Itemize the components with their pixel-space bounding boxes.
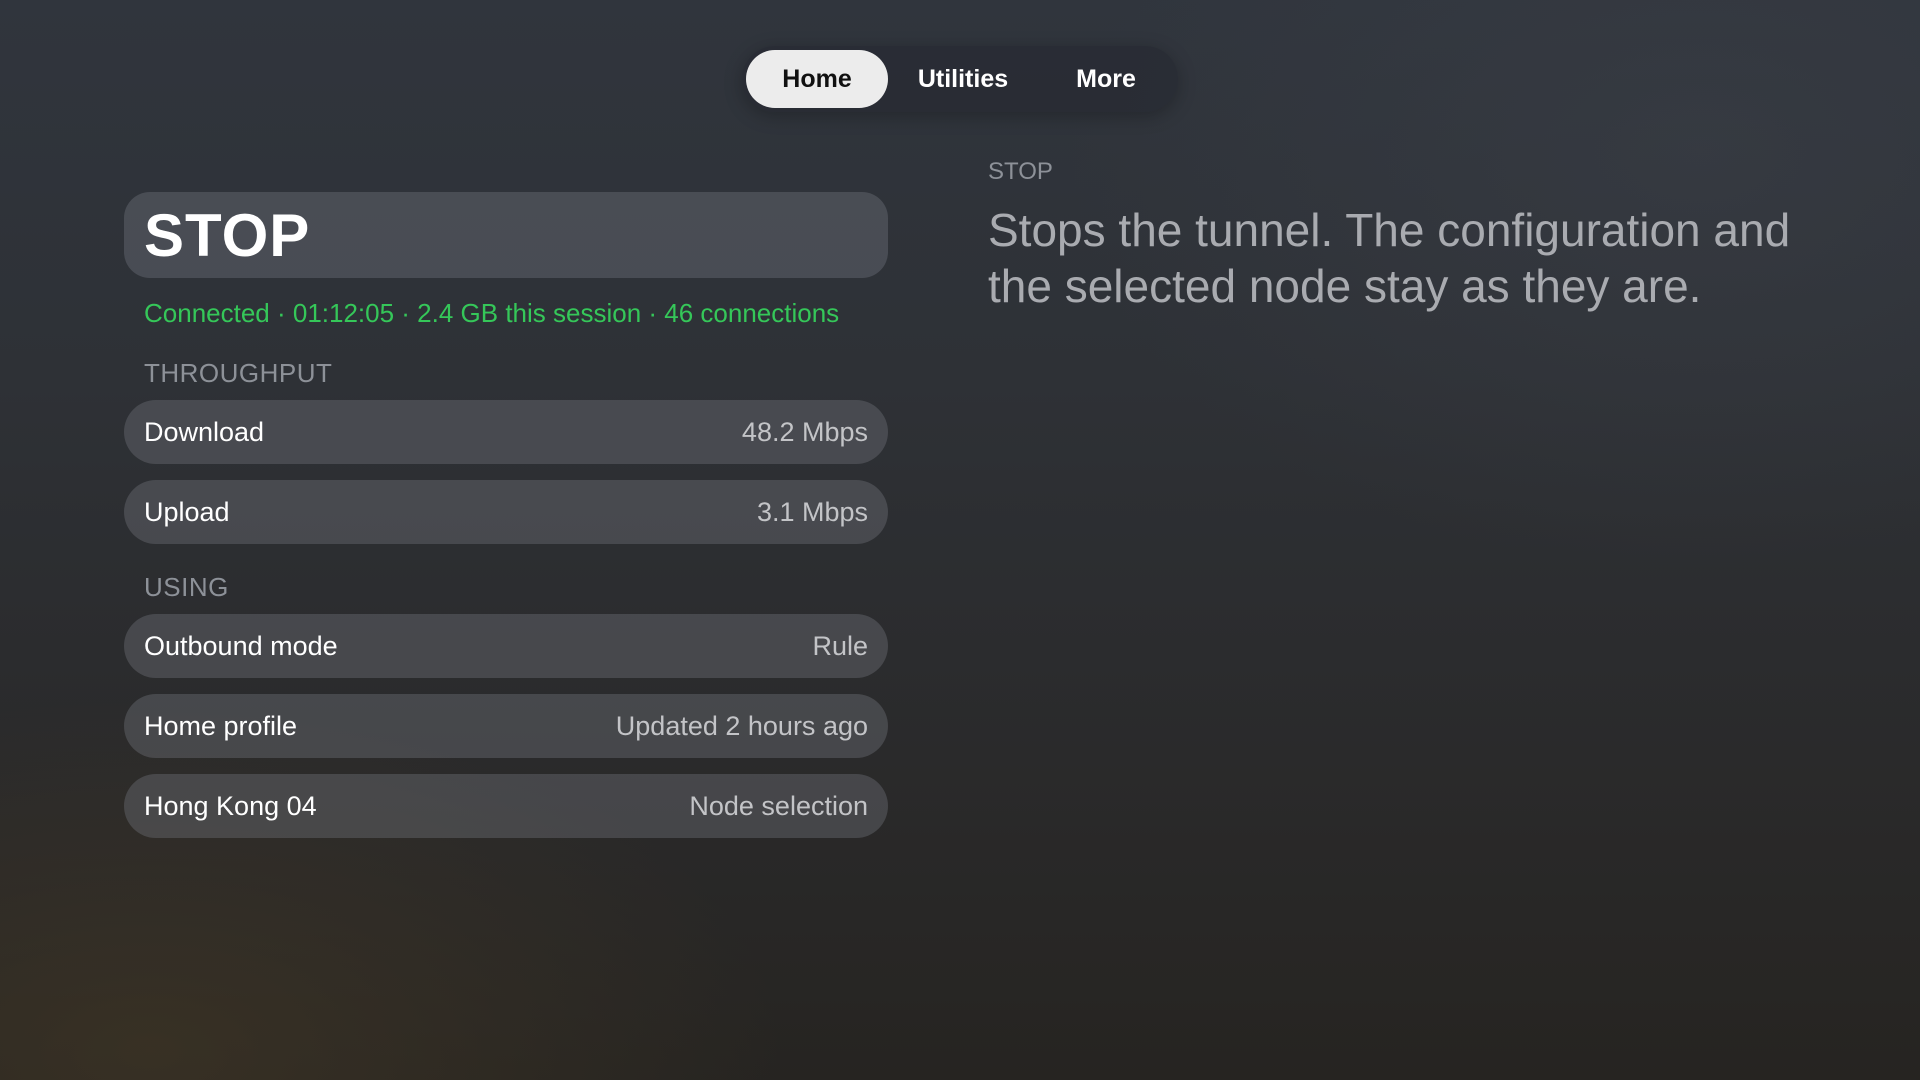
top-tab-bar: Home Utilities More (742, 46, 1178, 112)
stop-button[interactable]: STOP (124, 192, 888, 278)
download-label: Download (144, 416, 265, 447)
tab-home[interactable]: Home (746, 50, 888, 108)
tab-utilities[interactable]: Utilities (888, 50, 1038, 108)
download-value: 48.2 Mbps (741, 416, 868, 447)
outbound-mode-row[interactable]: Outbound mode Rule (124, 614, 888, 678)
tab-more[interactable]: More (1038, 50, 1174, 108)
upload-row[interactable]: Upload 3.1 Mbps (124, 480, 888, 544)
throughput-section-header: THROUGHPUT (144, 358, 333, 388)
node-label: Hong Kong 04 (144, 790, 317, 821)
outbound-mode-value: Rule (812, 630, 868, 661)
using-section-header: USING (144, 572, 229, 602)
profile-value: Updated 2 hours ago (615, 710, 868, 741)
profile-label: Home profile (144, 710, 298, 741)
outbound-mode-label: Outbound mode (144, 630, 338, 661)
download-row[interactable]: Download 48.2 Mbps (124, 400, 888, 464)
upload-value: 3.1 Mbps (756, 496, 868, 527)
upload-label: Upload (144, 496, 230, 527)
node-value: Node selection (689, 790, 868, 821)
connection-status: Connected · 01:12:05 · 2.4 GB this sessi… (144, 298, 840, 328)
node-row[interactable]: Hong Kong 04 Node selection (124, 774, 888, 838)
description-text: Stops the tunnel. The configuration and … (988, 204, 1791, 312)
profile-row[interactable]: Home profile Updated 2 hours ago (124, 694, 888, 758)
description-title: STOP (988, 158, 1053, 185)
